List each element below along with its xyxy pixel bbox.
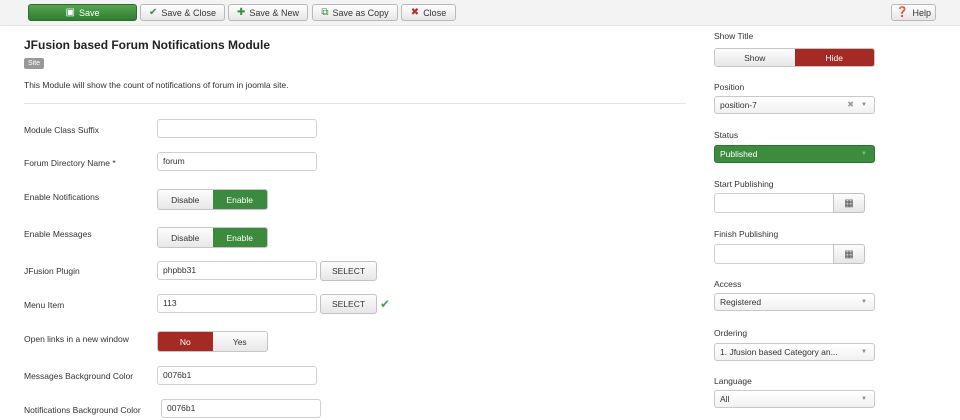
plugin-input[interactable]: phpbb31 — [157, 261, 317, 280]
ordering-select[interactable]: 1. Jfusion based Category an... ▼ — [714, 343, 875, 361]
start-publishing-input[interactable] — [714, 193, 834, 213]
status-select[interactable]: Published ▼ — [714, 145, 875, 163]
language-label: Language — [714, 376, 752, 386]
page-title: JFusion based Forum Notifications Module — [24, 38, 271, 52]
save-new-button[interactable]: ✚ Save & New — [228, 4, 308, 21]
site-badge: Site — [24, 58, 45, 69]
menu-item-label: Menu Item — [24, 300, 65, 310]
calendar-icon[interactable]: ▦ — [833, 244, 865, 264]
finish-publishing-label: Finish Publishing — [714, 229, 779, 239]
position-select[interactable]: position-7 ✖ ▼ — [714, 96, 875, 114]
chevron-down-icon: ▼ — [861, 151, 867, 157]
forum-dir-input[interactable]: forum — [157, 152, 317, 171]
forum-dir-label: Forum Directory Name * — [24, 158, 116, 168]
notifications-label: Enable Notifications — [24, 192, 100, 202]
class-suffix-label: Module Class Suffix — [24, 125, 99, 135]
divider — [24, 103, 686, 104]
chevron-down-icon: ▼ — [861, 102, 867, 108]
messages-label: Enable Messages — [24, 229, 92, 239]
access-select[interactable]: Registered ▼ — [714, 293, 875, 311]
plugin-label: JFusion Plugin — [24, 266, 80, 276]
menu-item-input[interactable]: 113 — [157, 294, 317, 313]
status-label: Status — [714, 130, 739, 140]
check-icon: ✔ — [380, 297, 391, 311]
help-icon: ❓ — [896, 6, 909, 18]
chevron-down-icon: ▼ — [861, 349, 867, 355]
ordering-label: Ordering — [714, 328, 748, 338]
position-label: Position — [714, 82, 745, 92]
help-button[interactable]: ❓ Help — [891, 4, 936, 21]
notifications-enable-option[interactable]: Enable — [212, 190, 267, 209]
msg-bg-input[interactable]: 0076b1 — [157, 366, 317, 385]
access-label: Access — [714, 279, 742, 289]
messages-disable-option[interactable]: Disable — [158, 228, 213, 247]
save-close-button[interactable]: ✔ Save & Close — [140, 4, 225, 21]
clear-icon[interactable]: ✖ — [847, 97, 854, 113]
plus-icon: ✚ — [237, 6, 246, 18]
messages-toggle: Disable Enable — [157, 227, 268, 248]
close-button[interactable]: ✖ Close — [401, 4, 456, 21]
chevron-down-icon: ▼ — [861, 396, 867, 402]
class-suffix-input[interactable] — [157, 119, 317, 138]
messages-enable-option[interactable]: Enable — [212, 228, 267, 247]
close-circle-icon: ✖ — [410, 6, 420, 18]
chevron-down-icon: ▼ — [861, 299, 867, 305]
show-title-show-option[interactable]: Show — [715, 49, 795, 66]
check-icon: ✔ — [149, 6, 158, 18]
new-window-no-option[interactable]: No — [158, 332, 213, 351]
save-button[interactable]: ▣ Save — [28, 4, 137, 21]
plugin-select-button[interactable]: SELECT — [320, 261, 377, 281]
new-window-yes-option[interactable]: Yes — [212, 332, 267, 351]
calendar-icon[interactable]: ▦ — [833, 193, 865, 213]
module-description: This Module will show the count of notif… — [24, 80, 289, 90]
msg-bg-label: Messages Background Color — [24, 371, 134, 381]
copy-icon: ⧉ — [321, 6, 329, 18]
notifications-disable-option[interactable]: Disable — [158, 190, 213, 209]
new-window-toggle: No Yes — [157, 331, 268, 352]
show-title-label: Show Title — [714, 31, 754, 41]
toolbar: ▣ Save ✔ Save & Close ✚ Save & New ⧉ Sav… — [0, 0, 960, 26]
notif-bg-input[interactable]: 0076b1 — [161, 399, 321, 418]
show-title-hide-option[interactable]: Hide — [794, 49, 874, 66]
notifications-toggle: Disable Enable — [157, 189, 268, 210]
finish-publishing-input[interactable] — [714, 244, 834, 264]
language-select[interactable]: All ▼ — [714, 390, 875, 408]
save-icon: ▣ — [65, 6, 75, 18]
new-window-label: Open links in a new window — [24, 334, 129, 344]
notif-bg-label: Notifications Background Color — [24, 405, 141, 415]
menu-item-select-button[interactable]: SELECT — [320, 294, 377, 314]
save-as-copy-button[interactable]: ⧉ Save as Copy — [312, 4, 398, 21]
show-title-toggle: Show Hide — [714, 48, 875, 67]
start-publishing-label: Start Publishing — [714, 179, 774, 189]
